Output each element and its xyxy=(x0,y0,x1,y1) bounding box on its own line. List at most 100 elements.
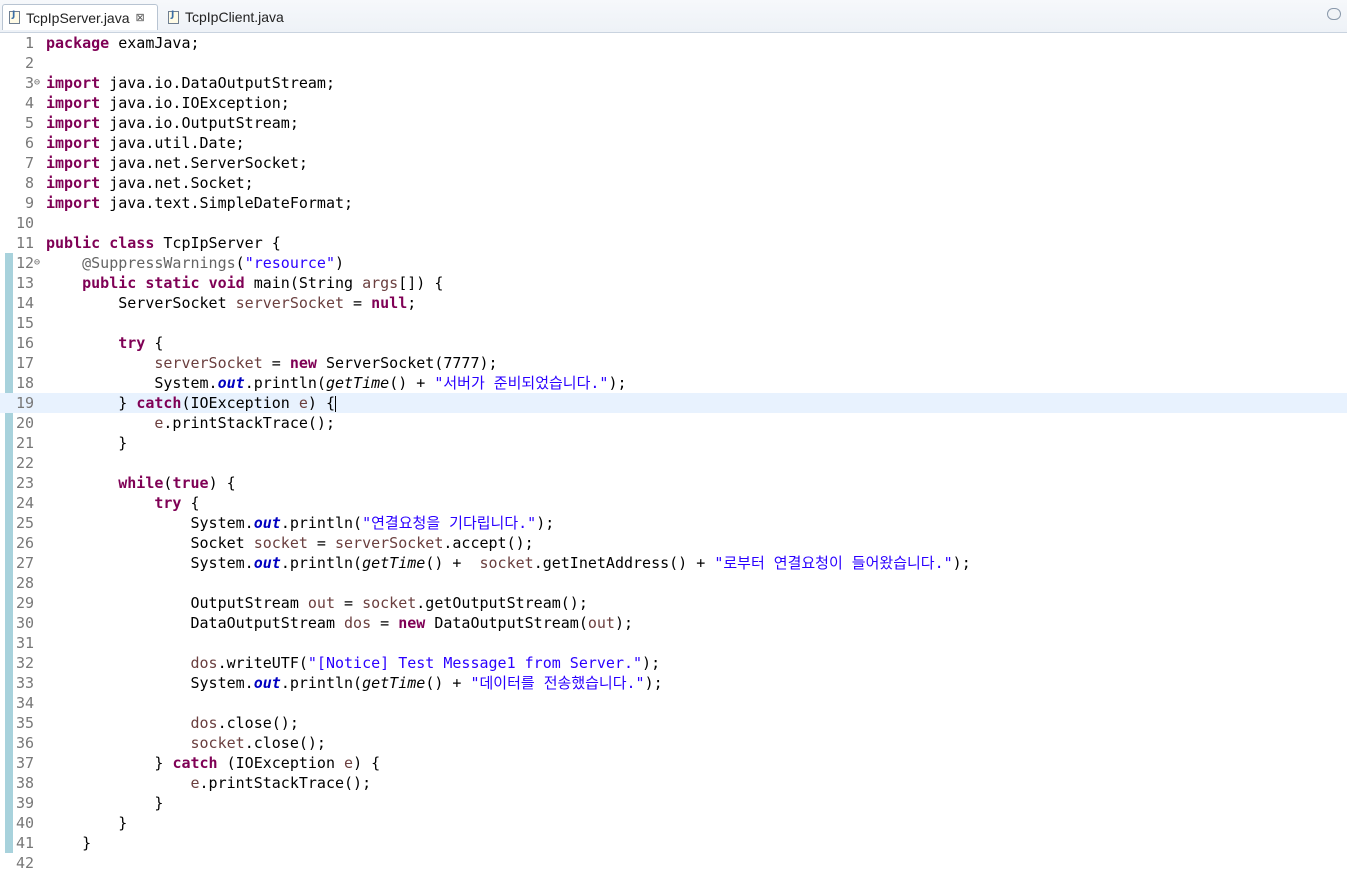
line-number: 14 xyxy=(15,294,34,312)
code-line[interactable]: 16 try { xyxy=(0,333,1347,353)
code-line[interactable]: 13 public static void main(String args[]… xyxy=(0,273,1347,293)
line-number: 13 xyxy=(15,274,34,292)
code-line[interactable]: 28 xyxy=(0,573,1347,593)
code-text: package examJava; xyxy=(46,34,200,52)
minimize-icon[interactable] xyxy=(1327,8,1341,20)
line-number: 4 xyxy=(24,94,34,112)
line-number: 16 xyxy=(15,334,34,352)
close-icon[interactable]: ⊠ xyxy=(136,11,145,24)
line-number: 30 xyxy=(15,614,34,632)
code-line[interactable]: 30 DataOutputStream dos = new DataOutput… xyxy=(0,613,1347,633)
code-line[interactable]: 42 xyxy=(0,853,1347,873)
code-text: import java.net.Socket; xyxy=(46,174,254,192)
code-line[interactable]: 24 try { xyxy=(0,493,1347,513)
code-text: DataOutputStream dos = new DataOutputStr… xyxy=(46,614,634,632)
line-number: 12 xyxy=(15,254,34,272)
code-text: import java.util.Date; xyxy=(46,134,245,152)
line-number: 39 xyxy=(15,794,34,812)
code-line[interactable]: 32 dos.writeUTF("[Notice] Test Message1 … xyxy=(0,653,1347,673)
fold-toggle-icon[interactable]: ⊖ xyxy=(34,73,40,93)
code-line[interactable]: 22 xyxy=(0,453,1347,473)
code-editor[interactable]: 1 package examJava; 2 3 ⊖ import java.io.Data… xyxy=(0,33,1347,873)
code-text: Socket socket = serverSocket.accept(); xyxy=(46,534,534,552)
code-line[interactable]: 36 socket.close(); xyxy=(0,733,1347,753)
code-line[interactable]: 4 import java.io.IOException; xyxy=(0,93,1347,113)
line-number: 1 xyxy=(24,34,34,52)
line-number: 10 xyxy=(15,214,34,232)
code-line[interactable]: 34 xyxy=(0,693,1347,713)
code-text: while(true) { xyxy=(118,474,236,492)
code-line[interactable]: 33 System.out.println(getTime() + "데이터를 … xyxy=(0,673,1347,693)
code-text: e.printStackTrace(); xyxy=(154,414,335,432)
code-text: import java.io.DataOutputStream; xyxy=(46,74,335,92)
line-number: 38 xyxy=(15,774,34,792)
tab-tcpipserver[interactable]: TcpIpServer.java ⊠ xyxy=(2,4,158,30)
code-line[interactable]: 6 import java.util.Date; xyxy=(0,133,1347,153)
fold-toggle-icon[interactable]: ⊖ xyxy=(34,253,40,273)
line-number: 7 xyxy=(24,154,34,172)
code-line[interactable]: 27 System.out.println(getTime() + socket… xyxy=(0,553,1347,573)
code-line[interactable]: 21 } xyxy=(0,433,1347,453)
line-number: 15 xyxy=(15,314,34,332)
code-line[interactable]: 35 dos.close(); xyxy=(0,713,1347,733)
code-line[interactable]: 26 Socket socket = serverSocket.accept()… xyxy=(0,533,1347,553)
code-text: System.out.println(getTime() + socket.ge… xyxy=(46,554,971,572)
code-line[interactable]: 37 } catch (IOException e) { xyxy=(0,753,1347,773)
line-number: 34 xyxy=(15,694,34,712)
code-line[interactable]: 17 serverSocket = new ServerSocket(7777)… xyxy=(0,353,1347,373)
code-line[interactable]: 5 import java.io.OutputStream; xyxy=(0,113,1347,133)
code-line[interactable]: 10 xyxy=(0,213,1347,233)
line-number: 24 xyxy=(15,494,34,512)
code-line[interactable]: 1 package examJava; xyxy=(0,33,1347,53)
line-number: 31 xyxy=(15,634,34,652)
line-number: 19 xyxy=(15,394,34,412)
code-line[interactable]: 7 import java.net.ServerSocket; xyxy=(0,153,1347,173)
line-number: 6 xyxy=(24,134,34,152)
code-line[interactable]: 25 System.out.println("연결요청을 기다립니다."); xyxy=(0,513,1347,533)
code-text: } xyxy=(46,434,128,452)
code-text: } xyxy=(46,794,164,812)
code-line[interactable]: 18 System.out.println(getTime() + "서버가 준… xyxy=(0,373,1347,393)
code-line[interactable]: 31 xyxy=(0,633,1347,653)
line-number: 29 xyxy=(15,594,34,612)
line-number: 8 xyxy=(24,174,34,192)
code-line[interactable]: 41 } xyxy=(0,833,1347,853)
code-line[interactable]: 8 import java.net.Socket; xyxy=(0,173,1347,193)
code-line[interactable]: 15 xyxy=(0,313,1347,333)
line-number: 22 xyxy=(15,454,34,472)
code-line[interactable]: 14 ServerSocket serverSocket = null; xyxy=(0,293,1347,313)
code-text: public static void main(String args[]) { xyxy=(82,274,444,292)
code-line[interactable]: 38 e.printStackTrace(); xyxy=(0,773,1347,793)
code-line[interactable]: 9 import java.text.SimpleDateFormat; xyxy=(0,193,1347,213)
code-line[interactable]: 39 } xyxy=(0,793,1347,813)
line-number: 18 xyxy=(15,374,34,392)
code-line[interactable]: 20 e.printStackTrace(); xyxy=(0,413,1347,433)
line-number: 9 xyxy=(24,194,34,212)
line-number: 25 xyxy=(15,514,34,532)
code-text: serverSocket = new ServerSocket(7777); xyxy=(154,354,498,372)
code-text: OutputStream out = socket.getOutputStrea… xyxy=(46,594,588,612)
line-number: 33 xyxy=(15,674,34,692)
code-line[interactable]: 3 ⊖ import java.io.DataOutputStream; xyxy=(0,73,1347,93)
code-text: public class TcpIpServer { xyxy=(46,234,281,252)
code-line[interactable]: 11 public class TcpIpServer { xyxy=(0,233,1347,253)
java-file-icon xyxy=(168,10,179,24)
code-text: import java.text.SimpleDateFormat; xyxy=(46,194,354,212)
code-line[interactable]: 12 ⊖ @SuppressWarnings("resource") xyxy=(0,253,1347,273)
code-line[interactable]: 29 OutputStream out = socket.getOutputSt… xyxy=(0,593,1347,613)
line-number: 21 xyxy=(15,434,34,452)
code-line[interactable]: 23 while(true) { xyxy=(0,473,1347,493)
code-text: } xyxy=(46,814,128,832)
code-text: import java.net.ServerSocket; xyxy=(46,154,308,172)
code-line[interactable]: 40 } xyxy=(0,813,1347,833)
line-number: 11 xyxy=(15,234,34,252)
tab-label: TcpIpServer.java xyxy=(26,9,130,26)
code-text: import java.io.IOException; xyxy=(46,94,290,112)
text-caret xyxy=(335,395,336,412)
line-number: 42 xyxy=(15,854,34,872)
code-line[interactable]: 19 } catch(IOException e) { xyxy=(0,393,1347,413)
line-number: 17 xyxy=(15,354,34,372)
code-text: socket.close(); xyxy=(190,734,326,752)
tab-tcpipclient[interactable]: TcpIpClient.java xyxy=(162,4,302,30)
code-line[interactable]: 2 xyxy=(0,53,1347,73)
